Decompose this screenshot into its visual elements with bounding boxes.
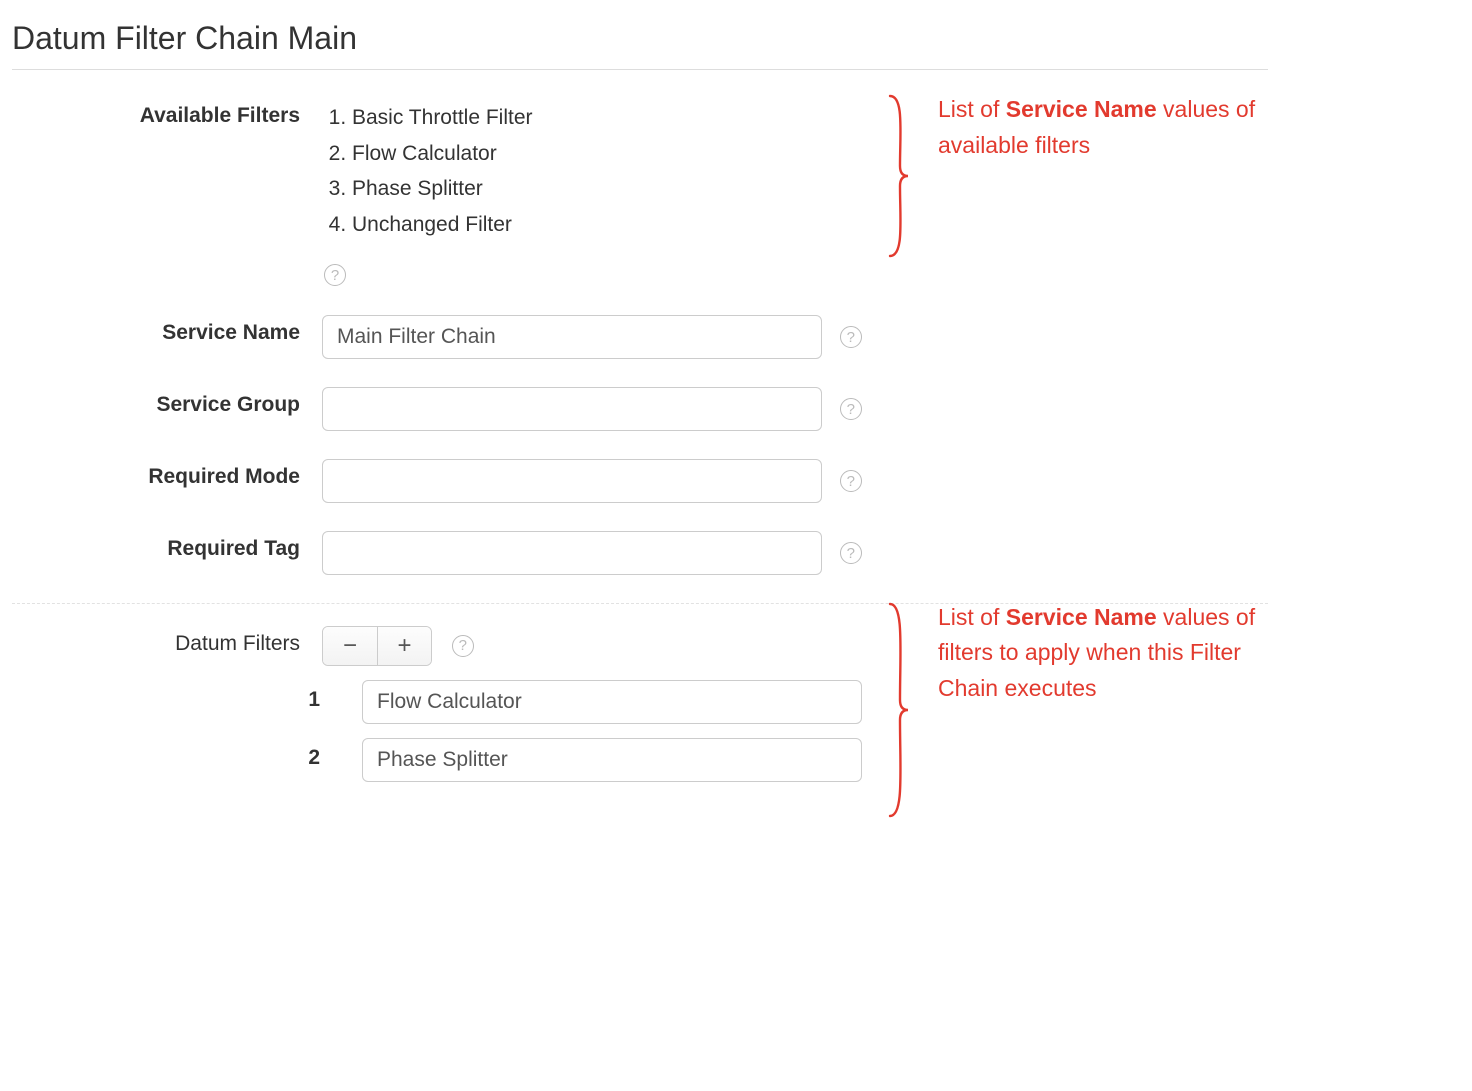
- datum-filter-input[interactable]: [362, 680, 862, 724]
- list-item: Unchanged Filter: [352, 207, 882, 243]
- help-icon[interactable]: ?: [452, 635, 474, 657]
- required-mode-input[interactable]: [322, 459, 822, 503]
- service-name-label: Service Name: [162, 321, 300, 344]
- available-filters-list: Basic Throttle Filter Flow Calculator Ph…: [322, 100, 882, 243]
- help-icon[interactable]: ?: [840, 542, 862, 564]
- datum-filter-input[interactable]: [362, 738, 862, 782]
- annotation-available-filters: List of Service Name values of available…: [938, 92, 1258, 163]
- page-title: Datum Filter Chain Main: [12, 0, 1268, 70]
- required-tag-input[interactable]: [322, 531, 822, 575]
- help-icon[interactable]: ?: [840, 470, 862, 492]
- add-remove-group: − +: [322, 626, 432, 666]
- brace-icon: [882, 600, 910, 820]
- filter-index: 1: [308, 688, 320, 711]
- service-group-label: Service Group: [156, 393, 300, 416]
- add-filter-button[interactable]: +: [377, 627, 431, 665]
- service-name-input[interactable]: [322, 315, 822, 359]
- required-mode-label: Required Mode: [148, 465, 300, 488]
- datum-filters-label: Datum Filters: [175, 632, 300, 655]
- annotation-datum-filters: List of Service Name values of filters t…: [938, 600, 1258, 707]
- help-icon[interactable]: ?: [324, 264, 346, 286]
- list-item: Phase Splitter: [352, 171, 882, 207]
- list-item: Flow Calculator: [352, 136, 882, 172]
- help-icon[interactable]: ?: [840, 398, 862, 420]
- list-item: Basic Throttle Filter: [352, 100, 882, 136]
- remove-filter-button[interactable]: −: [323, 627, 377, 665]
- filter-index: 2: [308, 746, 320, 769]
- required-tag-label: Required Tag: [167, 537, 300, 560]
- help-icon[interactable]: ?: [840, 326, 862, 348]
- service-group-input[interactable]: [322, 387, 822, 431]
- brace-icon: [882, 92, 910, 260]
- available-filters-label: Available Filters: [140, 104, 300, 127]
